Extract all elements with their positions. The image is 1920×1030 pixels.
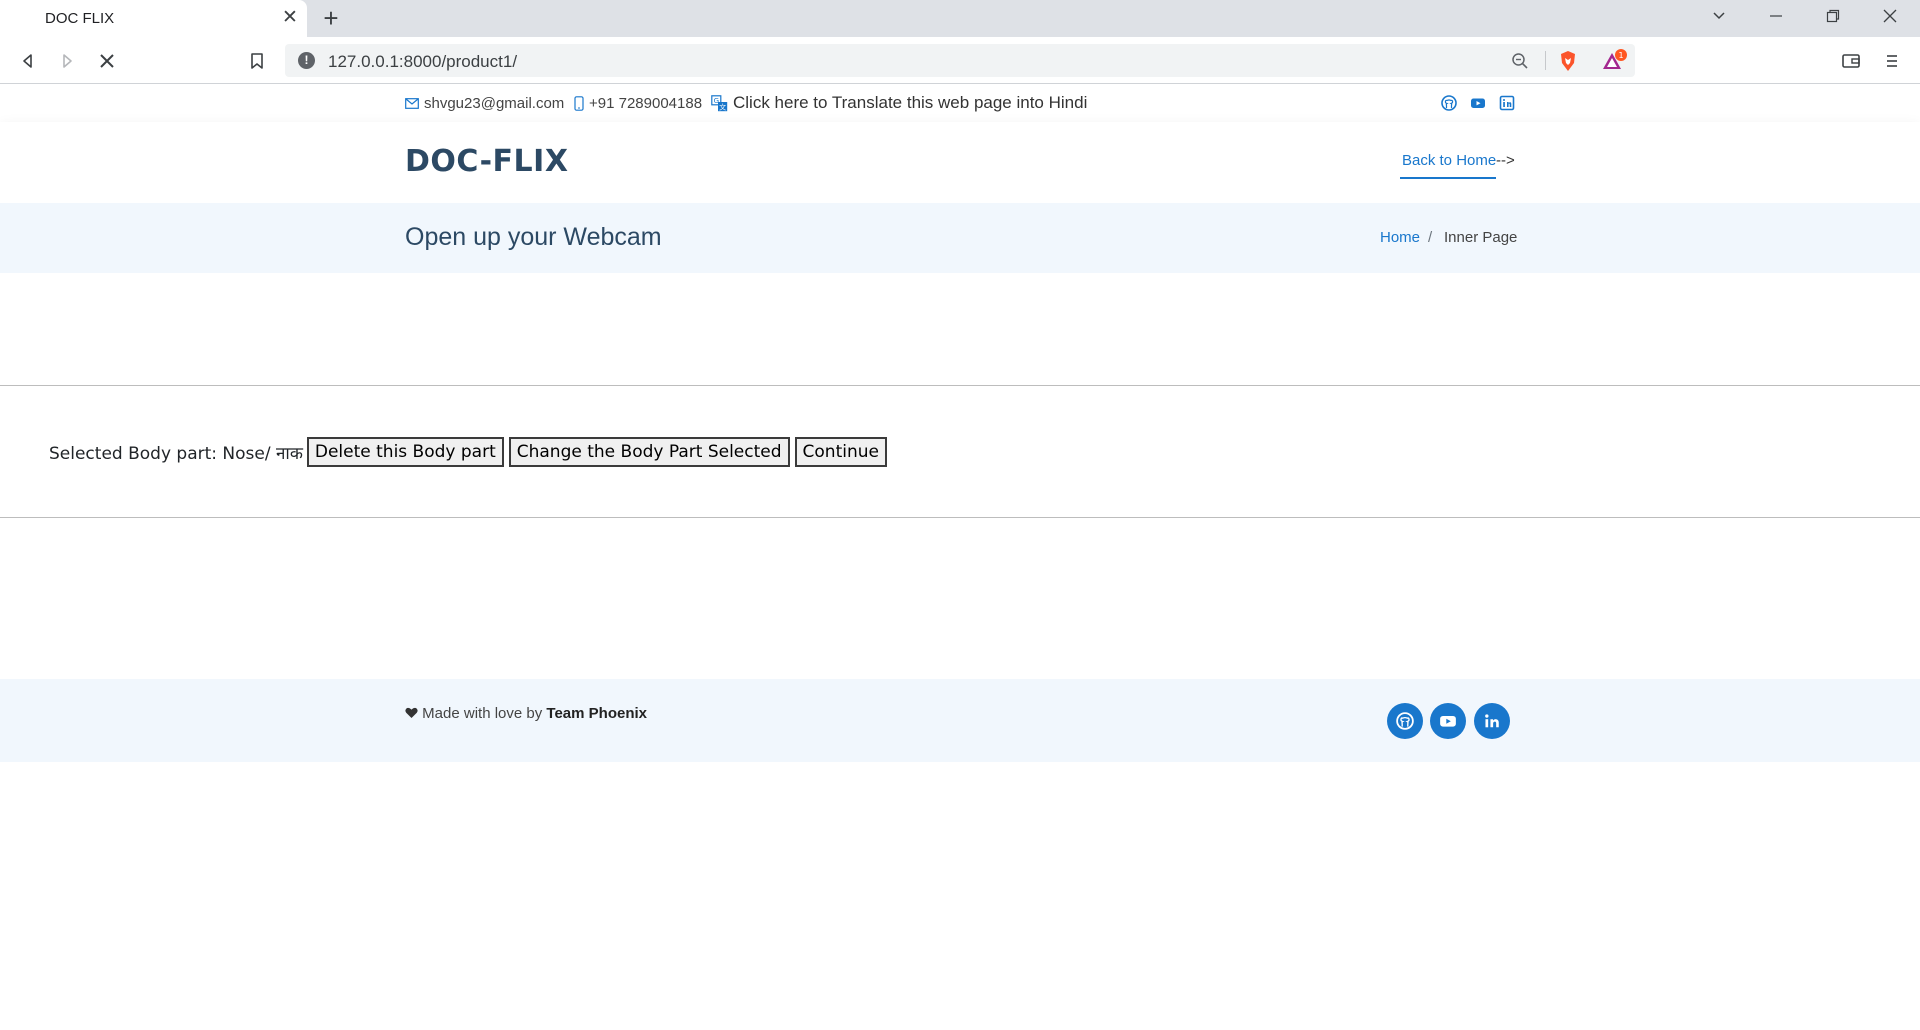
translate-text: Click here to Translate this web page in… [733, 93, 1088, 112]
topbar: shvgu23@gmail.com +91 7289004188 G文 Clic… [0, 85, 1920, 122]
site-header: DOC-FLIX Back to Home --> [0, 122, 1920, 203]
zoom-icon[interactable] [1511, 52, 1529, 75]
footer-team: Team Phoenix [546, 705, 647, 722]
site-info-icon[interactable]: ! [298, 52, 315, 69]
bookmark-icon[interactable] [243, 47, 271, 75]
svg-text:1: 1 [1618, 51, 1623, 60]
translate-icon: G文 [711, 94, 728, 111]
change-body-part-button[interactable]: Change the Body Part Selected [508, 437, 790, 467]
envelope-icon [405, 98, 419, 109]
back-arrow-text: --> [1496, 152, 1515, 169]
site-footer: Made with love by Team Phoenix [0, 679, 1920, 762]
github-icon[interactable] [1441, 95, 1459, 113]
back-to-home-link[interactable]: Back to Home [1402, 152, 1496, 169]
divider-top [0, 385, 1920, 386]
translate-link[interactable]: G文 Click here to Translate this web page… [711, 93, 1087, 113]
tab-close-icon[interactable]: ✕ [280, 8, 300, 28]
divider-bottom [0, 517, 1920, 518]
back-link-underline [1400, 177, 1496, 179]
wallet-icon[interactable] [1837, 47, 1865, 75]
selected-body-part-label: Selected Body part: Nose/ नाक [49, 443, 303, 464]
forward-icon[interactable] [53, 47, 81, 75]
delete-body-part-button[interactable]: Delete this Body part [306, 437, 504, 467]
page-title: Open up your Webcam [405, 223, 662, 251]
breadcrumb-home-link[interactable]: Home [1380, 229, 1420, 246]
menu-icon[interactable] [1878, 47, 1906, 75]
linkedin-icon[interactable] [1499, 95, 1517, 113]
footer-youtube-icon[interactable] [1430, 703, 1466, 739]
continue-button[interactable]: Continue [794, 437, 887, 467]
site-logo[interactable]: DOC-FLIX [405, 144, 568, 179]
browser-tabstrip: DOC FLIX ✕ + [0, 0, 1920, 37]
phone-icon [574, 96, 584, 111]
footer-credit: Made with love by Team Phoenix [405, 705, 647, 722]
stop-loading-icon[interactable] [93, 47, 121, 75]
svg-text:文: 文 [719, 102, 726, 111]
brave-rewards-icon[interactable]: 1 [1601, 49, 1627, 78]
browser-tab[interactable]: DOC FLIX ✕ [0, 0, 307, 37]
new-tab-icon[interactable]: + [318, 5, 344, 31]
breadcrumb-band: Open up your Webcam Home / Inner Page [0, 203, 1920, 273]
minimize-icon[interactable] [1756, 4, 1796, 32]
breadcrumb-separator: / [1428, 229, 1433, 246]
close-window-icon[interactable] [1870, 4, 1910, 32]
footer-linkedin-icon[interactable] [1474, 703, 1510, 739]
youtube-icon[interactable] [1470, 95, 1488, 113]
omnibox-divider [1545, 51, 1546, 70]
tab-title: DOC FLIX [45, 10, 115, 27]
footer-github-icon[interactable] [1387, 703, 1423, 739]
heart-icon [405, 707, 418, 718]
restore-icon[interactable] [1813, 4, 1853, 32]
tab-search-chevron-icon[interactable] [1699, 4, 1739, 32]
email-text: shvgu23@gmail.com [424, 95, 565, 112]
topbar-phone[interactable]: +91 7289004188 [574, 95, 702, 112]
footer-made-with: Made with love by [422, 705, 543, 722]
address-bar[interactable]: ! 127.0.0.1:8000/product1/ 1 [285, 44, 1635, 77]
body-part-selection-row: Selected Body part: Nose/ नाक Delete thi… [49, 437, 892, 467]
browser-toolbar: ! 127.0.0.1:8000/product1/ 1 [0, 37, 1920, 84]
phone-text: +91 7289004188 [589, 95, 703, 112]
topbar-email[interactable]: shvgu23@gmail.com [405, 95, 564, 112]
brave-shields-icon[interactable] [1558, 50, 1578, 77]
url-text[interactable]: 127.0.0.1:8000/product1/ [328, 52, 517, 72]
breadcrumb-current: Inner Page [1444, 229, 1518, 246]
back-icon[interactable] [14, 47, 42, 75]
